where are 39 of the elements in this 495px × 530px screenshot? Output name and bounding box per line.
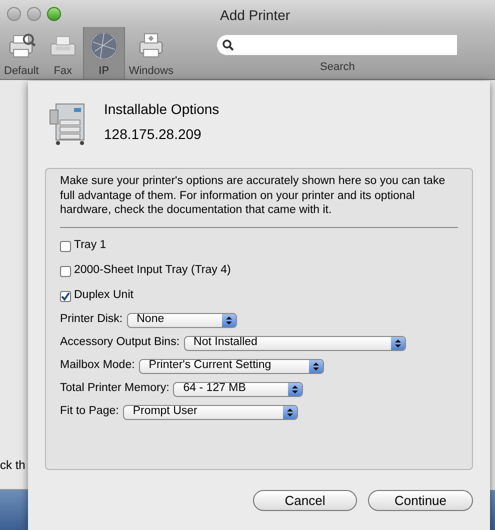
option-label: Fit to Page: bbox=[60, 404, 119, 420]
zoom-window-icon[interactable] bbox=[47, 6, 61, 20]
search-field[interactable] bbox=[217, 35, 458, 55]
popup-arrows-icon bbox=[226, 316, 232, 324]
window-title: Add Printer bbox=[220, 6, 290, 25]
description-text: Make sure your printer's options are accurately shown here so you can take full advantage of them. For information on your printer and its optional hardware, check the documentation that came with it. bbox=[60, 174, 446, 218]
dialog-button[interactable]: Cancel bbox=[253, 490, 357, 511]
printer-address: 128.175.28.209 bbox=[104, 125, 202, 144]
popup-arrows-icon bbox=[292, 384, 298, 394]
popup-menu[interactable]: Printer's Current Setting bbox=[138, 358, 324, 374]
lock-hint-text: ck th bbox=[0, 457, 26, 474]
popup-arrows-icon bbox=[286, 408, 293, 416]
checkbox-label: 2000-Sheet Input Tray (Tray 4) bbox=[74, 263, 231, 278]
option-label: Accessory Output Bins: bbox=[60, 335, 180, 350]
globe-icon bbox=[88, 31, 120, 60]
close-window-icon[interactable] bbox=[7, 6, 21, 20]
checkbox[interactable] bbox=[60, 290, 71, 302]
checkbox[interactable] bbox=[60, 240, 71, 252]
checkbox[interactable] bbox=[60, 266, 71, 276]
toolbar-tab[interactable]: Fax bbox=[42, 27, 83, 79]
toolbar-tab[interactable]: Windows bbox=[124, 27, 178, 79]
option-label: Printer Disk: bbox=[60, 312, 123, 328]
minimize-window-icon[interactable] bbox=[27, 6, 41, 20]
search-icon bbox=[222, 39, 234, 51]
popup-arrows-icon bbox=[312, 362, 319, 370]
dialog-button[interactable]: Continue bbox=[368, 490, 473, 511]
checkbox-label: Tray 1 bbox=[74, 238, 106, 254]
popup-menu[interactable]: Not Installed bbox=[184, 336, 406, 350]
toolbar-tab[interactable]: IP bbox=[82, 27, 125, 79]
popup-menu[interactable]: 64 - 127 MB bbox=[173, 382, 304, 396]
checkbox-label: Duplex Unit bbox=[74, 288, 134, 304]
option-label: Mailbox Mode: bbox=[60, 358, 135, 374]
search-label: Search bbox=[320, 60, 355, 75]
option-label: Total Printer Memory: bbox=[60, 381, 170, 396]
toolbar-tab[interactable]: Default bbox=[0, 27, 43, 79]
popup-menu[interactable]: Prompt User bbox=[122, 404, 298, 420]
popup-menu[interactable]: None bbox=[126, 312, 237, 328]
sheet-title: Installable Options bbox=[104, 100, 220, 119]
popup-arrows-icon bbox=[394, 338, 401, 348]
